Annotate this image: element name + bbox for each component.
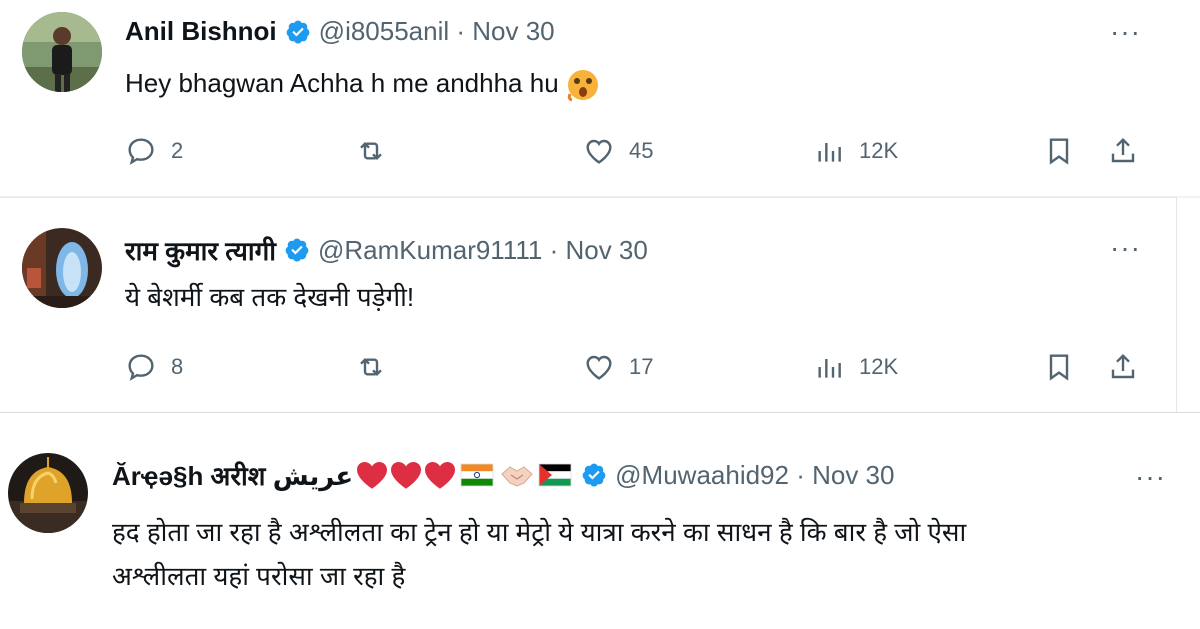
red-heart-icon — [357, 462, 388, 489]
handshake-icon — [501, 466, 533, 487]
more-icon[interactable]: ··· — [1110, 232, 1141, 264]
bookmark-icon — [1049, 138, 1069, 165]
display-name[interactable]: Anil Bishnoi — [125, 16, 277, 47]
india-flag-icon — [460, 463, 494, 487]
bookmark-button[interactable] — [1043, 351, 1075, 383]
palestine-flag-icon — [538, 463, 572, 487]
repost-button[interactable] — [355, 351, 401, 383]
views-icon — [818, 359, 841, 378]
reply-icon — [128, 138, 154, 165]
like-button[interactable]: 17 — [583, 351, 653, 383]
reply-count: 2 — [171, 138, 184, 163]
like-icon — [586, 355, 612, 380]
display-name[interactable]: राम कुमार त्यागी — [125, 232, 276, 268]
like-count: 45 — [629, 138, 654, 163]
handle-and-date[interactable]: @RamKumar91111 · Nov 30 — [318, 235, 648, 266]
astonished-face-icon — [567, 70, 598, 102]
reply-icon — [128, 354, 154, 381]
more-icon[interactable]: ··· — [1135, 461, 1166, 493]
verified-badge-icon — [582, 463, 606, 487]
reply-count: 8 — [171, 354, 184, 379]
views-button[interactable]: 12K — [813, 135, 898, 167]
bookmark-icon — [1049, 354, 1069, 381]
avatar[interactable] — [22, 228, 102, 308]
share-button[interactable] — [1107, 351, 1139, 383]
avatar[interactable] — [22, 12, 102, 92]
tweet-text-line-2: अश्लीलता यहां परोसा जा रहा है — [112, 561, 406, 591]
like-count: 17 — [629, 354, 654, 379]
red-heart-icon — [391, 462, 422, 489]
reply-button[interactable]: 2 — [125, 135, 183, 167]
red-heart-icon — [425, 462, 456, 489]
avatar-photo — [22, 12, 102, 92]
repost-icon — [360, 141, 382, 161]
emoji-row — [355, 460, 573, 490]
handle-and-date[interactable]: @Muwaahid92 · Nov 30 — [615, 460, 894, 491]
tweet-text: Hey bhagwan Achha h me andhha hu — [125, 68, 559, 98]
views-button[interactable]: 12K — [813, 351, 898, 383]
avatar-photo — [22, 228, 102, 308]
tweet-text: ये बेशर्मी कब तक देखनी पड़ेगी! — [125, 282, 415, 312]
more-icon[interactable]: ··· — [1110, 16, 1141, 48]
views-icon — [818, 143, 841, 162]
repost-button[interactable] — [355, 135, 401, 167]
tweet-text-line-1: हद होता जा रहा है अश्लीलता का ट्रेन हो य… — [112, 517, 967, 547]
like-icon — [586, 139, 612, 164]
handle-and-date[interactable]: @i8055anil · Nov 30 — [319, 16, 555, 47]
bookmark-button[interactable] — [1043, 135, 1075, 167]
share-button[interactable] — [1107, 135, 1139, 167]
views-count: 12K — [859, 354, 899, 379]
like-button[interactable]: 45 — [583, 135, 653, 167]
repost-icon — [360, 357, 382, 377]
tweet-1[interactable]: Anil Bishnoi @i8055anil · Nov 30 ··· Hey… — [0, 0, 1176, 196]
verified-badge-icon — [286, 20, 310, 43]
tweet-2[interactable]: राम कुमार त्यागी @RamKumar91111 · Nov 30… — [0, 197, 1177, 414]
verified-badge-icon — [285, 238, 309, 262]
views-count: 12K — [859, 138, 899, 163]
display-name[interactable]: Ărҿə§h अरीश عريش — [112, 457, 353, 493]
tweet-3[interactable]: Ărҿə§h अरीश عريش @Muwaahid92 · Nov 30 ··… — [0, 412, 1200, 629]
reply-button[interactable]: 8 — [125, 351, 183, 383]
share-icon — [1111, 137, 1135, 163]
share-icon — [1111, 353, 1135, 379]
avatar-photo — [8, 453, 88, 533]
avatar[interactable] — [8, 453, 88, 533]
